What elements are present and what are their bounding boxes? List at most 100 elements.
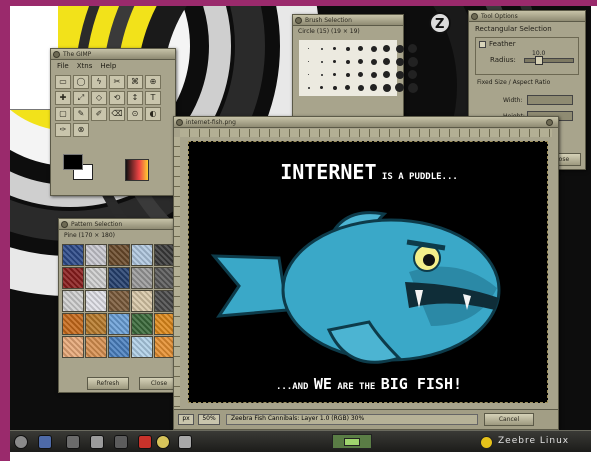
tool-button[interactable]: ◐ [145,107,161,121]
mail-icon[interactable] [178,435,192,449]
window-menu-icon[interactable] [53,51,60,58]
brush-cell[interactable] [381,56,392,67]
tool-button[interactable]: ⤢ [73,91,89,105]
brush-cell[interactable] [368,43,379,54]
brush-cell[interactable] [303,43,314,54]
brush-cell[interactable] [368,82,379,93]
close-icon[interactable] [546,119,553,126]
brush-cell[interactable] [394,56,405,67]
brush-cell[interactable] [368,69,379,80]
width-slider[interactable] [527,95,573,105]
settings-icon[interactable] [114,435,128,449]
tool-button[interactable]: ✎ [73,107,89,121]
tool-button[interactable]: ⊗ [73,123,89,137]
cancel-button[interactable]: Cancel [484,413,534,426]
brush-cell[interactable] [342,56,353,67]
tool-button[interactable]: ▢ [55,107,71,121]
brush-cell[interactable] [355,43,366,54]
brush-cell[interactable] [381,69,392,80]
task-button[interactable] [332,434,372,449]
pattern-swatch[interactable] [108,244,130,266]
start-menu-icon[interactable] [14,435,28,449]
pattern-swatch[interactable] [62,267,84,289]
tool-button[interactable]: ⟲ [109,91,125,105]
terminal-icon[interactable] [66,435,80,449]
brush-cell[interactable] [342,43,353,54]
tool-button[interactable]: ✂ [109,75,125,89]
brush-cell[interactable] [407,56,418,67]
foreground-color-swatch[interactable] [63,154,83,170]
tool-button[interactable]: ◯ [73,75,89,89]
unit-selector[interactable]: px [178,414,194,425]
pattern-swatch[interactable] [131,336,153,358]
brush-cell[interactable] [316,69,327,80]
brush-cell[interactable] [329,69,340,80]
brush-cell[interactable] [394,43,405,54]
radius-slider-handle[interactable] [535,56,543,65]
brush-cell[interactable] [303,69,314,80]
tool-options-titlebar[interactable]: Tool Options [469,11,585,22]
brush-cell[interactable] [355,56,366,67]
tool-button[interactable]: T [145,91,161,105]
radius-slider[interactable] [524,56,574,65]
menu-xtns[interactable]: Xtns [77,62,93,70]
pattern-swatch[interactable] [85,244,107,266]
brush-cell[interactable] [381,82,392,93]
window-menu-icon[interactable] [61,221,68,228]
feather-checkbox[interactable] [479,40,486,48]
brush-cell[interactable] [407,82,418,93]
brush-cell[interactable] [329,56,340,67]
tool-button[interactable]: ⊕ [145,75,161,89]
brush-cell[interactable] [381,43,392,54]
brush-cell[interactable] [355,69,366,80]
brush-cell[interactable] [329,82,340,93]
pattern-swatch[interactable] [85,290,107,312]
brush-cell[interactable] [407,69,418,80]
image-canvas[interactable]: INTERNET IS A PUDDLE... ...AND WE ARE TH… [188,141,548,403]
tool-button[interactable]: ✑ [55,123,71,137]
pattern-swatch[interactable] [108,290,130,312]
pattern-swatch[interactable] [108,267,130,289]
brush-cell[interactable] [316,82,327,93]
tool-button[interactable]: ⊙ [127,107,143,121]
file-manager-icon[interactable] [90,435,104,449]
image-titlebar[interactable]: internet-fish.png [174,117,558,128]
brush-cell[interactable] [316,56,327,67]
brush-cell[interactable] [316,43,327,54]
tool-button[interactable]: ✐ [91,107,107,121]
pattern-swatch[interactable] [131,290,153,312]
menu-file[interactable]: File [57,62,69,70]
tool-button[interactable]: ⌫ [109,107,125,121]
pattern-swatch[interactable] [62,313,84,335]
pattern-swatch[interactable] [131,244,153,266]
pattern-swatch[interactable] [62,336,84,358]
tool-button[interactable]: ϟ [91,75,107,89]
tool-button[interactable]: ▭ [55,75,71,89]
gradient-preview-icon[interactable] [125,159,149,181]
pattern-swatch[interactable] [62,290,84,312]
window-menu-icon[interactable] [295,17,302,24]
tool-button[interactable]: ✚ [55,91,71,105]
brush-cell[interactable] [394,82,405,93]
zoom-selector[interactable]: 50% [198,414,220,425]
brush-cell[interactable] [407,43,418,54]
gimp-icon[interactable] [156,435,170,449]
pattern-swatch[interactable] [131,313,153,335]
browser-icon[interactable] [138,435,152,449]
pattern-swatch[interactable] [108,313,130,335]
brush-cell[interactable] [368,56,379,67]
refresh-button[interactable]: Refresh [87,377,129,390]
pattern-swatch[interactable] [131,267,153,289]
brush-cell[interactable] [394,69,405,80]
brush-cell[interactable] [303,82,314,93]
pattern-swatch[interactable] [85,267,107,289]
color-swatches[interactable] [63,154,101,184]
toolbox-titlebar[interactable]: The GIMP [51,49,175,60]
tool-button[interactable]: ⌘ [127,75,143,89]
pattern-swatch[interactable] [85,336,107,358]
window-menu-icon[interactable] [471,13,478,20]
brushes-titlebar[interactable]: Brush Selection [293,15,403,26]
patterns-titlebar[interactable]: Pattern Selection [59,219,177,230]
monitor-icon[interactable] [38,435,52,449]
window-menu-icon[interactable] [176,119,183,126]
